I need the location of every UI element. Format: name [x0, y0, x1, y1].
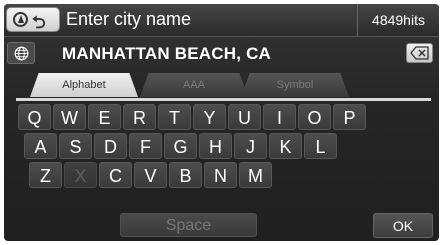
key-f[interactable]: F: [129, 133, 162, 159]
globe-icon: [14, 46, 29, 61]
key-x: X: [64, 162, 97, 188]
city-entry-screen: ⮌ Enter city name 4849hits MANHATTAN BEA…: [4, 4, 439, 241]
key-c[interactable]: C: [99, 162, 132, 188]
key-w[interactable]: W: [53, 104, 86, 130]
key-l[interactable]: L: [304, 133, 337, 159]
ok-button[interactable]: OK: [373, 213, 433, 238]
key-i[interactable]: I: [263, 104, 296, 130]
key-d[interactable]: D: [94, 133, 127, 159]
tab-aaa[interactable]: AAA: [140, 73, 248, 97]
tab-symbol[interactable]: Symbol: [241, 73, 349, 97]
space-key: Space: [120, 213, 257, 237]
hits-count: 4849hits: [357, 4, 439, 36]
input-row: MANHATTAN BEACH, CA: [4, 37, 439, 70]
backspace-icon: [410, 46, 429, 60]
key-y[interactable]: Y: [193, 104, 226, 130]
page-title: Enter city name: [66, 9, 192, 29]
key-q[interactable]: Q: [18, 104, 51, 130]
key-z[interactable]: Z: [29, 162, 62, 188]
key-h[interactable]: H: [199, 133, 232, 159]
key-o[interactable]: O: [298, 104, 331, 130]
navigation-compass-icon: [13, 12, 28, 27]
header-bar: ⮌ Enter city name 4849hits: [4, 4, 439, 37]
key-p[interactable]: P: [333, 104, 366, 130]
key-s[interactable]: S: [59, 133, 92, 159]
globe-button[interactable]: [7, 42, 35, 64]
key-u[interactable]: U: [228, 104, 261, 130]
nav-back-button[interactable]: ⮌: [6, 7, 60, 32]
key-b[interactable]: B: [169, 162, 202, 188]
tab-alphabet[interactable]: Alphabet: [30, 73, 138, 97]
key-m[interactable]: M: [239, 162, 272, 188]
key-v[interactable]: V: [134, 162, 167, 188]
key-t[interactable]: T: [158, 104, 191, 130]
key-j[interactable]: J: [234, 133, 267, 159]
backspace-button[interactable]: [406, 43, 433, 63]
tab-divider: [16, 98, 431, 101]
key-e[interactable]: E: [88, 104, 121, 130]
key-k[interactable]: K: [269, 133, 302, 159]
back-arrow-icon: ⮌: [32, 13, 46, 32]
key-n[interactable]: N: [204, 162, 237, 188]
city-input-value[interactable]: MANHATTAN BEACH, CA: [62, 44, 271, 64]
keyboard-tabs: Alphabet AAA Symbol: [4, 73, 439, 101]
key-g[interactable]: G: [164, 133, 197, 159]
key-a[interactable]: A: [24, 133, 57, 159]
key-r[interactable]: R: [123, 104, 156, 130]
